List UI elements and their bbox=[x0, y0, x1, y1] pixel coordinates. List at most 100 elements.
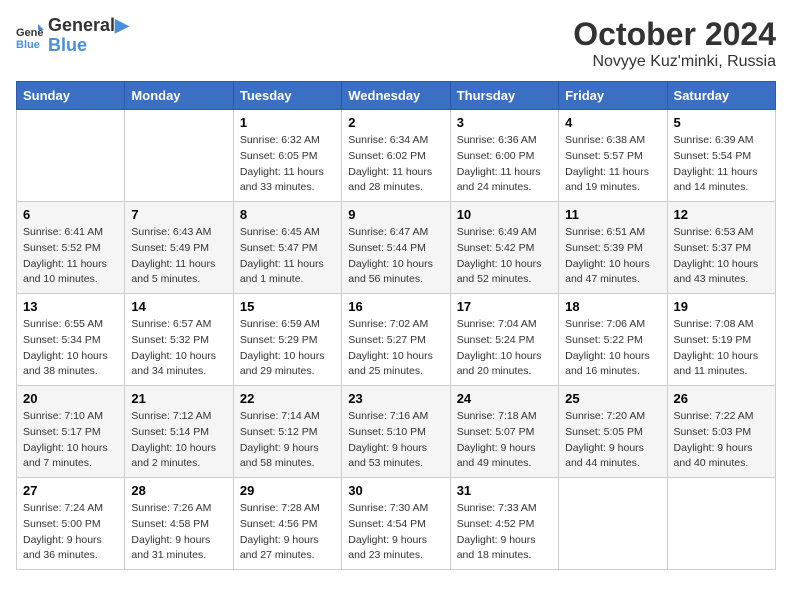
calendar-cell: 3Sunrise: 6:36 AMSunset: 6:00 PMDaylight… bbox=[450, 110, 558, 202]
day-info: Sunrise: 6:32 AMSunset: 6:05 PMDaylight:… bbox=[240, 133, 335, 196]
calendar-cell bbox=[17, 110, 125, 202]
day-number: 7 bbox=[131, 207, 226, 222]
calendar-cell: 29Sunrise: 7:28 AMSunset: 4:56 PMDayligh… bbox=[233, 478, 341, 570]
day-info: Sunrise: 6:55 AMSunset: 5:34 PMDaylight:… bbox=[23, 317, 118, 380]
day-number: 16 bbox=[348, 299, 443, 314]
day-info: Sunrise: 6:49 AMSunset: 5:42 PMDaylight:… bbox=[457, 225, 552, 288]
day-number: 17 bbox=[457, 299, 552, 314]
location: Novyye Kuz'minki, Russia bbox=[573, 53, 776, 71]
calendar-cell: 12 Sunrise: 6:53 AMSunset: 5:37 PMDayligh… bbox=[667, 202, 775, 294]
calendar-cell: 27 Sunrise: 7:24 AMSunset: 5:00 PMDayligh… bbox=[17, 478, 125, 570]
calendar-cell: 19 Sunrise: 7:08 AMSunset: 5:19 PMDayligh… bbox=[667, 294, 775, 386]
day-info: Sunrise: 7:30 AMSunset: 4:54 PMDaylight:… bbox=[348, 501, 443, 564]
day-info: Sunrise: 6:36 AMSunset: 6:00 PMDaylight:… bbox=[457, 133, 552, 196]
day-number: 25 bbox=[565, 391, 660, 406]
calendar-cell: 31Sunrise: 7:33 AMSunset: 4:52 PMDayligh… bbox=[450, 478, 558, 570]
calendar-cell: 7 Sunrise: 6:43 AMSunset: 5:49 PMDaylight… bbox=[125, 202, 233, 294]
day-number: 1 bbox=[240, 115, 335, 130]
day-info: Sunrise: 6:43 AMSunset: 5:49 PMDaylight:… bbox=[131, 225, 226, 288]
calendar-cell bbox=[559, 478, 667, 570]
day-number: 15 bbox=[240, 299, 335, 314]
calendar-cell: 10 Sunrise: 6:49 AMSunset: 5:42 PMDayligh… bbox=[450, 202, 558, 294]
title-block: October 2024 Novyye Kuz'minki, Russia bbox=[573, 16, 776, 71]
day-number: 24 bbox=[457, 391, 552, 406]
day-number: 26 bbox=[674, 391, 769, 406]
weekday-header: Monday bbox=[125, 82, 233, 110]
day-number: 5 bbox=[674, 115, 769, 130]
weekday-header: Sunday bbox=[17, 82, 125, 110]
weekday-header: Thursday bbox=[450, 82, 558, 110]
day-number: 19 bbox=[674, 299, 769, 314]
calendar-cell: 2 Sunrise: 6:34 AMSunset: 6:02 PMDaylight… bbox=[342, 110, 450, 202]
calendar-cell: 20Sunrise: 7:10 AMSunset: 5:17 PMDayligh… bbox=[17, 386, 125, 478]
day-info: Sunrise: 6:41 AMSunset: 5:52 PMDaylight:… bbox=[23, 225, 118, 288]
weekday-header: Saturday bbox=[667, 82, 775, 110]
day-info: Sunrise: 7:12 AMSunset: 5:14 PMDaylight:… bbox=[131, 409, 226, 472]
calendar-cell: 16Sunrise: 7:02 AMSunset: 5:27 PMDayligh… bbox=[342, 294, 450, 386]
day-info: Sunrise: 7:26 AMSunset: 4:58 PMDaylight:… bbox=[131, 501, 226, 564]
day-number: 30 bbox=[348, 483, 443, 498]
calendar-week-row: 27 Sunrise: 7:24 AMSunset: 5:00 PMDayligh… bbox=[17, 478, 776, 570]
day-number: 2 bbox=[348, 115, 443, 130]
calendar-cell bbox=[125, 110, 233, 202]
calendar-cell: 1 Sunrise: 6:32 AMSunset: 6:05 PMDaylight… bbox=[233, 110, 341, 202]
calendar-body: 1 Sunrise: 6:32 AMSunset: 6:05 PMDaylight… bbox=[17, 110, 776, 570]
day-number: 20 bbox=[23, 391, 118, 406]
day-info: Sunrise: 6:38 AMSunset: 5:57 PMDaylight:… bbox=[565, 133, 660, 196]
day-number: 11 bbox=[565, 207, 660, 222]
calendar-cell: 25 Sunrise: 7:20 AMSunset: 5:05 PMDayligh… bbox=[559, 386, 667, 478]
calendar-week-row: 20Sunrise: 7:10 AMSunset: 5:17 PMDayligh… bbox=[17, 386, 776, 478]
day-number: 10 bbox=[457, 207, 552, 222]
calendar-cell: 18 Sunrise: 7:06 AMSunset: 5:22 PMDayligh… bbox=[559, 294, 667, 386]
day-info: Sunrise: 6:57 AMSunset: 5:32 PMDaylight:… bbox=[131, 317, 226, 380]
calendar-cell: 15 Sunrise: 6:59 AMSunset: 5:29 PMDayligh… bbox=[233, 294, 341, 386]
calendar-cell: 13Sunrise: 6:55 AMSunset: 5:34 PMDayligh… bbox=[17, 294, 125, 386]
day-info: Sunrise: 7:24 AMSunset: 5:00 PMDaylight:… bbox=[23, 501, 118, 564]
day-info: Sunrise: 7:04 AMSunset: 5:24 PMDaylight:… bbox=[457, 317, 552, 380]
weekday-header: Wednesday bbox=[342, 82, 450, 110]
day-number: 6 bbox=[23, 207, 118, 222]
calendar-cell: 17 Sunrise: 7:04 AMSunset: 5:24 PMDayligh… bbox=[450, 294, 558, 386]
svg-text:Blue: Blue bbox=[16, 39, 40, 50]
day-info: Sunrise: 7:22 AMSunset: 5:03 PMDaylight:… bbox=[674, 409, 769, 472]
day-info: Sunrise: 6:39 AMSunset: 5:54 PMDaylight:… bbox=[674, 133, 769, 196]
calendar-cell: 22Sunrise: 7:14 AMSunset: 5:12 PMDayligh… bbox=[233, 386, 341, 478]
day-info: Sunrise: 6:34 AMSunset: 6:02 PMDaylight:… bbox=[348, 133, 443, 196]
day-info: Sunrise: 7:08 AMSunset: 5:19 PMDaylight:… bbox=[674, 317, 769, 380]
logo-icon: General Blue bbox=[16, 22, 44, 50]
calendar-cell: 24 Sunrise: 7:18 AMSunset: 5:07 PMDayligh… bbox=[450, 386, 558, 478]
calendar-week-row: 13Sunrise: 6:55 AMSunset: 5:34 PMDayligh… bbox=[17, 294, 776, 386]
calendar-week-row: 6 Sunrise: 6:41 AMSunset: 5:52 PMDaylight… bbox=[17, 202, 776, 294]
day-number: 9 bbox=[348, 207, 443, 222]
day-number: 8 bbox=[240, 207, 335, 222]
weekday-row: SundayMondayTuesdayWednesdayThursdayFrid… bbox=[17, 82, 776, 110]
day-info: Sunrise: 6:51 AMSunset: 5:39 PMDaylight:… bbox=[565, 225, 660, 288]
day-number: 14 bbox=[131, 299, 226, 314]
month-title: October 2024 bbox=[573, 16, 776, 53]
logo-subtext: Blue bbox=[48, 36, 129, 56]
day-number: 18 bbox=[565, 299, 660, 314]
calendar-cell: 26 Sunrise: 7:22 AMSunset: 5:03 PMDayligh… bbox=[667, 386, 775, 478]
calendar-cell bbox=[667, 478, 775, 570]
calendar-cell: 30 Sunrise: 7:30 AMSunset: 4:54 PMDayligh… bbox=[342, 478, 450, 570]
day-number: 27 bbox=[23, 483, 118, 498]
calendar-cell: 28 Sunrise: 7:26 AMSunset: 4:58 PMDayligh… bbox=[125, 478, 233, 570]
calendar-cell: 8Sunrise: 6:45 AMSunset: 5:47 PMDaylight… bbox=[233, 202, 341, 294]
day-info: Sunrise: 6:53 AMSunset: 5:37 PMDaylight:… bbox=[674, 225, 769, 288]
weekday-header: Tuesday bbox=[233, 82, 341, 110]
day-number: 23 bbox=[348, 391, 443, 406]
weekday-header: Friday bbox=[559, 82, 667, 110]
calendar-cell: 4Sunrise: 6:38 AMSunset: 5:57 PMDaylight… bbox=[559, 110, 667, 202]
day-number: 21 bbox=[131, 391, 226, 406]
day-info: Sunrise: 6:59 AMSunset: 5:29 PMDaylight:… bbox=[240, 317, 335, 380]
day-number: 28 bbox=[131, 483, 226, 498]
day-info: Sunrise: 7:14 AMSunset: 5:12 PMDaylight:… bbox=[240, 409, 335, 472]
calendar-cell: 5 Sunrise: 6:39 AMSunset: 5:54 PMDaylight… bbox=[667, 110, 775, 202]
day-info: Sunrise: 7:06 AMSunset: 5:22 PMDaylight:… bbox=[565, 317, 660, 380]
calendar-cell: 21 Sunrise: 7:12 AMSunset: 5:14 PMDayligh… bbox=[125, 386, 233, 478]
day-info: Sunrise: 7:18 AMSunset: 5:07 PMDaylight:… bbox=[457, 409, 552, 472]
day-info: Sunrise: 7:20 AMSunset: 5:05 PMDaylight:… bbox=[565, 409, 660, 472]
calendar-cell: 9Sunrise: 6:47 AMSunset: 5:44 PMDaylight… bbox=[342, 202, 450, 294]
day-number: 12 bbox=[674, 207, 769, 222]
calendar-week-row: 1 Sunrise: 6:32 AMSunset: 6:05 PMDaylight… bbox=[17, 110, 776, 202]
